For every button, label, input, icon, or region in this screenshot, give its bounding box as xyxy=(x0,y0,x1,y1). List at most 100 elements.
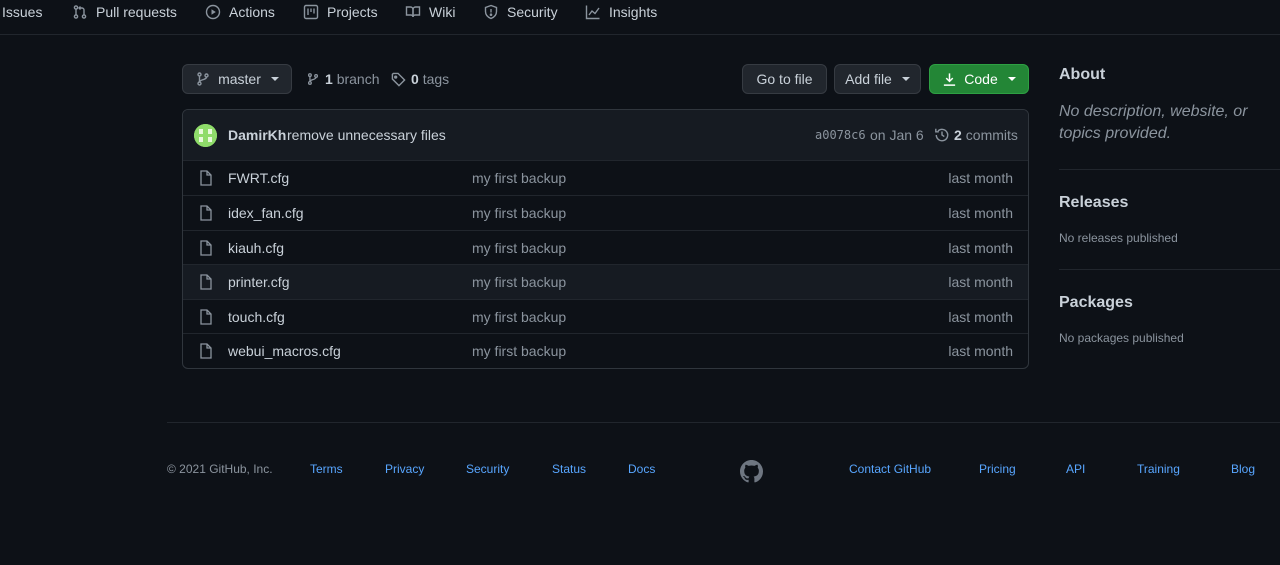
add-file-label: Add file xyxy=(845,71,892,87)
file-commit-message[interactable]: my first backup xyxy=(472,240,566,256)
file-commit-message[interactable]: my first backup xyxy=(472,309,566,325)
chevron-down-icon xyxy=(1007,77,1016,81)
file-row[interactable]: touch.cfg my first backup last month xyxy=(183,299,1028,334)
tab-security[interactable]: Security xyxy=(483,0,558,24)
tab-label: Security xyxy=(507,4,558,20)
file-name[interactable]: idex_fan.cfg xyxy=(228,205,304,221)
about-heading: About xyxy=(1059,66,1106,83)
tab-insights[interactable]: Insights xyxy=(585,0,657,24)
branches-link[interactable]: 1 branch xyxy=(306,70,380,88)
tab-label: Wiki xyxy=(429,4,456,20)
file-name[interactable]: webui_macros.cfg xyxy=(228,343,341,359)
file-commit-message[interactable]: my first backup xyxy=(472,274,566,290)
branch-name: master xyxy=(218,71,261,87)
file-name[interactable]: printer.cfg xyxy=(228,274,289,290)
file-age: last month xyxy=(948,170,1013,186)
file-row[interactable]: idex_fan.cfg my first backup last month xyxy=(183,195,1028,230)
file-icon xyxy=(199,170,213,189)
file-list: DamirKh remove unnecessary files a0078c6… xyxy=(182,109,1029,369)
file-age: last month xyxy=(948,343,1013,359)
history-icon xyxy=(934,127,950,143)
packages-heading[interactable]: Packages xyxy=(1059,294,1133,312)
file-icon xyxy=(199,205,213,224)
tab-wiki[interactable]: Wiki xyxy=(405,0,455,24)
file-row[interactable]: printer.cfg my first backup last month xyxy=(183,264,1028,299)
tab-label: Actions xyxy=(229,4,275,20)
file-age: last month xyxy=(948,205,1013,221)
footer-link-pricing[interactable]: Pricing xyxy=(979,462,1016,476)
footer-link-blog[interactable]: Blog xyxy=(1231,462,1255,476)
about-description: No description, website, or topics provi… xyxy=(1059,103,1248,142)
git-branch-icon xyxy=(306,72,320,86)
tab-label: Insights xyxy=(609,4,658,20)
avatar[interactable] xyxy=(194,124,217,147)
footer-link-docs[interactable]: Docs xyxy=(628,462,655,476)
file-age: last month xyxy=(948,274,1013,290)
go-to-file-button[interactable]: Go to file xyxy=(742,64,827,94)
file-row[interactable]: FWRT.cfg my first backup last month xyxy=(183,161,1028,196)
tab-label: Issues xyxy=(2,4,43,20)
file-age: last month xyxy=(948,309,1013,325)
tab-label: Projects xyxy=(327,4,378,20)
file-icon xyxy=(199,274,213,293)
packages-empty-text: No packages published xyxy=(1059,331,1184,345)
file-commit-message[interactable]: my first backup xyxy=(472,205,566,221)
branch-label: branch xyxy=(336,71,380,87)
tab-issues[interactable]: Issues xyxy=(2,0,42,24)
chevron-down-icon xyxy=(901,77,910,81)
graph-icon xyxy=(585,4,601,20)
file-commit-message[interactable]: my first backup xyxy=(472,170,566,186)
file-name[interactable]: touch.cfg xyxy=(228,309,285,325)
tab-label: Pull requests xyxy=(96,4,177,20)
footer-link-training[interactable]: Training xyxy=(1137,462,1180,476)
file-commit-message[interactable]: my first backup xyxy=(472,343,566,359)
tag-label: tags xyxy=(422,71,450,87)
tag-icon xyxy=(391,72,406,87)
footer-link-privacy[interactable]: Privacy xyxy=(385,462,424,476)
footer-copyright: © 2021 GitHub, Inc. xyxy=(167,462,273,476)
code-label: Code xyxy=(964,71,998,87)
file-name[interactable]: FWRT.cfg xyxy=(228,170,289,186)
footer-link-terms[interactable]: Terms xyxy=(310,462,343,476)
commit-sha[interactable]: a0078c6 xyxy=(815,128,866,142)
tab-actions[interactable]: Actions xyxy=(205,0,275,24)
git-branch-icon xyxy=(195,71,211,87)
releases-empty-text: No releases published xyxy=(1059,231,1178,245)
footer-link-contact[interactable]: Contact GitHub xyxy=(849,462,931,476)
footer-link-security[interactable]: Security xyxy=(466,462,509,476)
latest-commit: DamirKh remove unnecessary files a0078c6… xyxy=(183,110,1028,161)
sidebar-divider xyxy=(1059,269,1280,270)
go-to-file-label: Go to file xyxy=(756,71,813,87)
file-icon xyxy=(199,309,213,328)
footer-link-status[interactable]: Status xyxy=(552,462,586,476)
tab-projects[interactable]: Projects xyxy=(303,0,378,24)
repo-nav: Issues Pull requests Actions Projects Wi… xyxy=(0,0,1280,35)
commit-count-label: commits xyxy=(965,127,1018,143)
file-age: last month xyxy=(948,240,1013,256)
file-icon xyxy=(199,343,213,362)
commit-date: on Jan 6 xyxy=(870,127,924,143)
shield-icon xyxy=(483,4,499,20)
branch-count: 1 xyxy=(325,71,333,87)
book-icon xyxy=(405,4,421,20)
code-button[interactable]: Code xyxy=(929,64,1029,94)
tab-pull-requests[interactable]: Pull requests xyxy=(72,0,177,24)
branch-select-button[interactable]: master xyxy=(182,64,292,94)
add-file-button[interactable]: Add file xyxy=(834,64,921,94)
tags-link[interactable]: 0 tags xyxy=(391,70,449,88)
file-name[interactable]: kiauh.cfg xyxy=(228,240,284,256)
footer-link-api[interactable]: API xyxy=(1066,462,1085,476)
commit-message[interactable]: remove unnecessary files xyxy=(287,127,446,143)
project-icon xyxy=(303,4,319,20)
file-row[interactable]: webui_macros.cfg my first backup last mo… xyxy=(183,333,1028,368)
file-row[interactable]: kiauh.cfg my first backup last month xyxy=(183,230,1028,265)
commit-history-link[interactable]: 2 commits xyxy=(934,127,1018,143)
commit-count-number: 2 xyxy=(954,127,962,143)
footer-divider xyxy=(167,422,1280,423)
releases-heading[interactable]: Releases xyxy=(1059,194,1128,212)
github-logo-icon[interactable] xyxy=(740,460,763,483)
download-icon xyxy=(942,72,957,87)
file-icon xyxy=(199,240,213,259)
sidebar-divider xyxy=(1059,169,1280,170)
commit-author[interactable]: DamirKh xyxy=(228,127,286,143)
